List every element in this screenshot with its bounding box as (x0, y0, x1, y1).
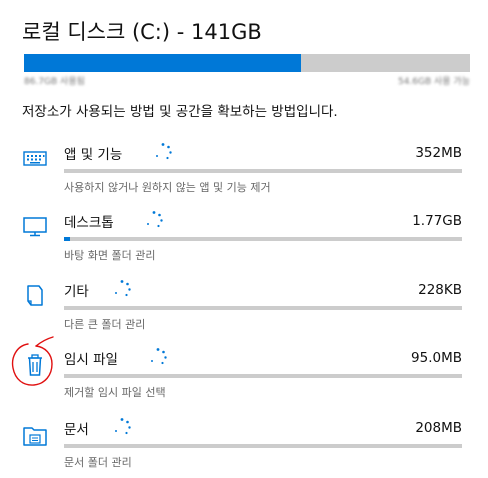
desktop-monitor-icon (22, 213, 48, 239)
category-desktop[interactable]: 데스크톱 1.77GB 바탕 화면 폴더 관리 (0, 211, 488, 271)
category-usage-bar (64, 374, 462, 378)
category-name: 기타 (64, 284, 89, 300)
category-name: 문서 (64, 422, 89, 438)
loading-spinner-icon (115, 418, 131, 435)
category-size: 228KB (418, 282, 462, 298)
category-name: 데스크톱 (64, 215, 114, 231)
loading-spinner-icon (156, 143, 172, 160)
category-description: 바탕 화면 폴더 관리 (64, 249, 156, 262)
category-size: 208MB (415, 420, 462, 436)
loading-spinner-icon (115, 280, 131, 297)
storage-usage-labels: 86.7GB 사용됨 54.6GB 사용 가능 (24, 74, 470, 87)
storage-usage-bar (24, 54, 470, 72)
category-temp-files[interactable]: 임시 파일 95.0MB 제거할 임시 파일 선택 (0, 348, 488, 408)
storage-description: 저장소가 사용되는 방법 및 공간을 확보하는 방법입니다. (22, 104, 338, 120)
category-apps-features[interactable]: 앱 및 기능 352MB 사용하지 않거나 원하지 않는 앱 및 기능 제거 (0, 143, 488, 203)
free-space-label: 54.6GB 사용 가능 (397, 77, 470, 87)
storage-usage-fill (24, 54, 301, 72)
category-description: 다른 큰 폴더 관리 (64, 318, 146, 331)
category-name: 앱 및 기능 (64, 147, 123, 163)
category-usage-bar (64, 306, 462, 310)
category-other[interactable]: 기타 228KB 다른 큰 폴더 관리 (0, 280, 488, 340)
category-usage-bar (64, 237, 462, 241)
category-usage-bar (64, 444, 462, 448)
page-title: 로컬 디스크 (C:) - 141GB (22, 20, 262, 44)
category-size: 95.0MB (411, 350, 462, 366)
document-other-icon (22, 282, 48, 308)
category-name: 임시 파일 (64, 352, 118, 368)
category-description: 문서 폴더 관리 (64, 456, 132, 469)
category-description: 사용하지 않거나 원하지 않는 앱 및 기능 제거 (64, 181, 271, 194)
category-size: 352MB (415, 145, 462, 161)
category-size: 1.77GB (412, 213, 462, 229)
loading-spinner-icon (151, 348, 167, 365)
loading-spinner-icon (147, 211, 163, 228)
used-space-label: 86.7GB 사용됨 (24, 77, 85, 87)
category-documents[interactable]: 문서 208MB 문서 폴더 관리 (0, 418, 488, 478)
category-usage-bar (64, 169, 462, 173)
trash-icon (22, 352, 48, 378)
category-usage-fill (64, 237, 70, 241)
keyboard-icon (22, 145, 48, 171)
category-description: 제거할 임시 파일 선택 (64, 386, 166, 399)
documents-folder-icon (22, 422, 48, 448)
